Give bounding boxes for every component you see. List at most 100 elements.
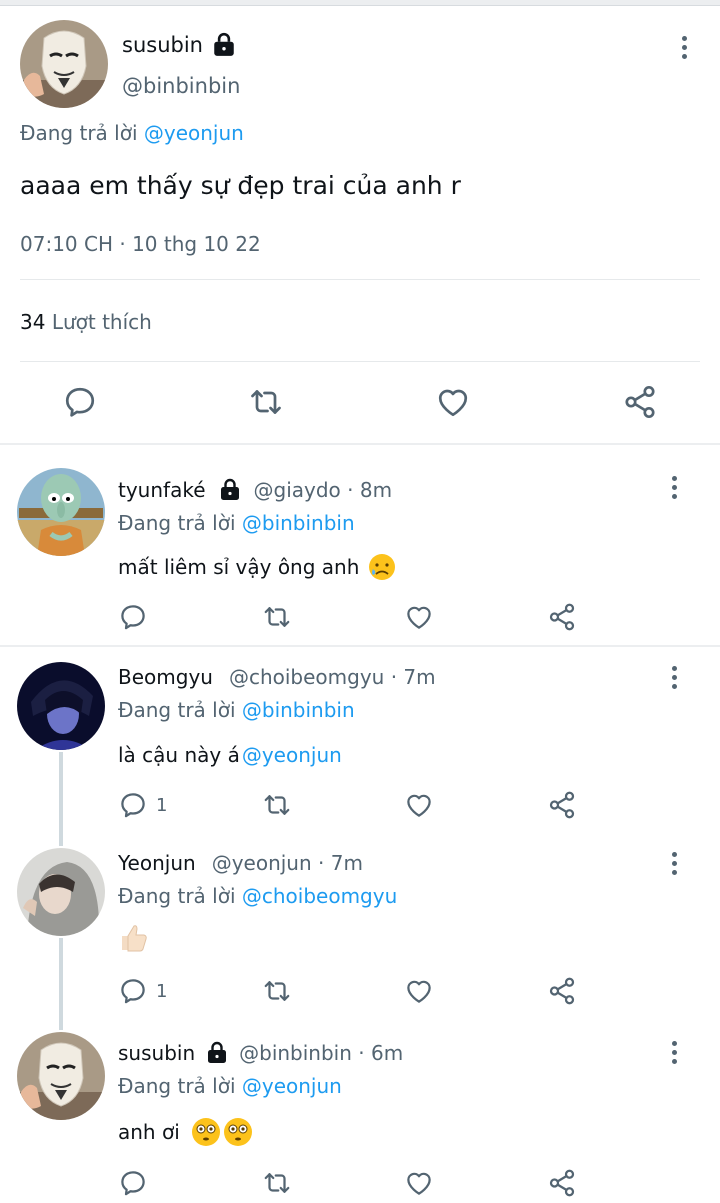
reply-count: 1 (156, 980, 168, 1002)
replying-to-mention[interactable]: @yeonjun (242, 1074, 342, 1098)
replying-to: Đang trả lời @yeonjun (118, 1074, 342, 1098)
lock-icon (218, 478, 242, 502)
display-name[interactable]: tyunfaké (118, 478, 206, 502)
replying-to-mention[interactable]: @binbinbin (242, 698, 355, 722)
reply-text: mất liêm sỉ vậy ông anh (118, 552, 397, 582)
like-icon (404, 1168, 434, 1198)
more-options-icon[interactable] (664, 472, 684, 502)
timestamp[interactable]: 07:10 CH · 10 thg 10 22 (20, 232, 261, 256)
section-divider (0, 645, 720, 647)
share-icon (547, 602, 577, 632)
retweet-button[interactable] (248, 384, 284, 420)
display-name[interactable]: susubin (118, 1041, 195, 1065)
like-icon (404, 602, 434, 632)
share-button[interactable] (622, 384, 658, 420)
retweet-icon (262, 1168, 292, 1198)
retweet-icon (262, 790, 292, 820)
reply-tweet: Beomgyu @choibeomgyu · 7m Đang trả lời @… (0, 648, 720, 834)
likes-label: Lượt thích (51, 310, 152, 334)
retweet-button[interactable] (262, 976, 292, 1006)
replying-to-label: Đang trả lời (118, 698, 236, 722)
divider (20, 279, 700, 280)
replying-to-label: Đang trả lời (118, 1074, 236, 1098)
replying-to: Đang trả lời @choibeomgyu (118, 884, 397, 908)
retweet-icon (262, 976, 292, 1006)
reply-icon (62, 384, 98, 420)
reply-text (118, 922, 150, 954)
like-button[interactable] (404, 1168, 434, 1198)
reply-text-content: là cậu này á (118, 743, 240, 767)
avatar[interactable] (20, 20, 108, 108)
like-icon (404, 790, 434, 820)
reply-tweet: tyunfaké @giaydo · 8m Đang trả lời @binb… (0, 446, 720, 646)
replying-to: Đang trả lời @binbinbin (118, 511, 355, 535)
like-button[interactable] (404, 602, 434, 632)
retweet-icon (248, 384, 284, 420)
display-name[interactable]: Yeonjun (118, 851, 196, 875)
reply-text-content: anh ơi (118, 1120, 180, 1144)
replying-to-mention[interactable]: @yeonjun (144, 121, 244, 145)
display-name-text: susubin (122, 33, 203, 57)
like-button[interactable] (404, 790, 434, 820)
reply-tweet: Yeonjun @yeonjun · 7m Đang trả lời @choi… (0, 834, 720, 1020)
avatar[interactable] (17, 848, 105, 936)
like-button[interactable] (435, 384, 471, 420)
handle-and-time[interactable]: @binbinbin · 6m (239, 1041, 403, 1065)
avatar[interactable] (17, 1032, 105, 1120)
replying-to-label: Đang trả lời (118, 884, 236, 908)
handle-and-time[interactable]: @giaydo · 8m (254, 478, 393, 502)
more-options-icon[interactable] (674, 32, 694, 62)
tweet-text: aaaa em thấy sự đẹp trai của anh r (20, 171, 461, 200)
share-button[interactable] (547, 602, 577, 632)
more-options-icon[interactable] (664, 1037, 684, 1067)
like-button[interactable] (404, 976, 434, 1006)
lock-icon (205, 1041, 229, 1065)
reply-button[interactable] (118, 1168, 148, 1198)
share-icon (547, 790, 577, 820)
reply-icon (118, 790, 148, 820)
share-icon (547, 976, 577, 1006)
replying-to-mention[interactable]: @binbinbin (242, 511, 355, 535)
flushed-face-emoji (191, 1118, 252, 1146)
more-options-icon[interactable] (664, 848, 684, 878)
replying-to: Đang trả lời @binbinbin (118, 698, 355, 722)
replying-to-label: Đang trả lời (118, 511, 236, 535)
replying-to-label: Đang trả lời (20, 121, 138, 145)
share-button[interactable] (547, 1168, 577, 1198)
share-icon (547, 1168, 577, 1198)
retweet-button[interactable] (262, 1168, 292, 1198)
display-name[interactable]: susubin (122, 32, 237, 58)
retweet-button[interactable] (262, 790, 292, 820)
display-name[interactable]: Beomgyu (118, 665, 213, 689)
handle[interactable]: @binbinbin (122, 74, 240, 98)
divider (20, 361, 700, 362)
reply-button[interactable] (62, 384, 98, 420)
reply-icon (118, 1168, 148, 1198)
reply-text-content: mất liêm sỉ vậy ông anh (118, 555, 360, 579)
more-options-icon[interactable] (664, 662, 684, 692)
reply-button[interactable]: 1 (118, 976, 167, 1006)
retweet-button[interactable] (262, 602, 292, 632)
reply-button[interactable]: 1 (118, 790, 167, 820)
share-button[interactable] (547, 976, 577, 1006)
lock-icon (211, 32, 237, 58)
reply-tweet: susubin @binbinbin · 6m Đang trả lời @ye… (0, 1020, 720, 1203)
reply-header: tyunfaké @giaydo · 8m (118, 478, 392, 502)
text-mention[interactable]: @yeonjun (242, 743, 342, 767)
tweet-actions (0, 374, 720, 430)
avatar[interactable] (17, 662, 105, 750)
sad-face-emoji (369, 554, 396, 580)
handle-and-time[interactable]: @yeonjun · 7m (212, 851, 363, 875)
replying-to-mention[interactable]: @choibeomgyu (242, 884, 397, 908)
reply-count: 1 (156, 794, 168, 816)
main-tweet: susubin @binbinbin Đang trả lời @yeonjun… (0, 6, 720, 444)
reply-header: Yeonjun @yeonjun · 7m (118, 851, 363, 875)
likes-summary[interactable]: 34 Lượt thích (20, 310, 152, 334)
reply-button[interactable] (118, 602, 148, 632)
avatar[interactable] (17, 468, 105, 556)
section-divider (0, 443, 720, 445)
reply-icon (118, 602, 148, 632)
reply-header: susubin @binbinbin · 6m (118, 1041, 403, 1065)
handle-and-time[interactable]: @choibeomgyu · 7m (229, 665, 436, 689)
share-button[interactable] (547, 790, 577, 820)
